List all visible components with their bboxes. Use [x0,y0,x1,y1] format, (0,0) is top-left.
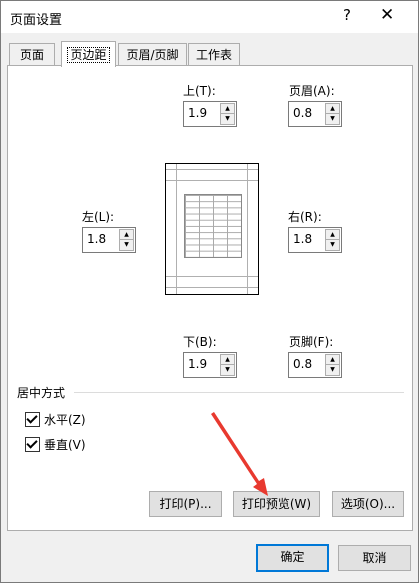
left-margin-label: 左(L): [82,210,115,224]
top-margin-spinner[interactable]: 1.9 ▲ ▼ [183,101,237,127]
right-margin-spinner[interactable]: 1.8 ▲ ▼ [288,227,342,253]
spin-down-icon[interactable]: ▼ [220,364,235,376]
cancel-button[interactable]: 取消 [338,545,411,571]
horizontal-label: 水平(Z) [44,413,86,427]
sheet-grid [184,194,242,258]
options-button[interactable]: 选项(O)... [332,491,404,517]
bottom-margin-value: 1.9 [188,357,208,371]
right-margin-value: 1.8 [293,232,313,246]
header-margin-label: 页眉(A): [289,84,335,98]
ok-button[interactable]: 确定 [256,544,329,572]
group-divider [74,392,404,393]
top-margin-value: 1.9 [188,106,208,120]
header-margin-spinner[interactable]: 0.8 ▲ ▼ [288,101,342,127]
tab-sheet[interactable]: 工作表 [188,43,240,66]
bottom-margin-spinner[interactable]: 1.9 ▲ ▼ [183,352,237,378]
center-group-title: 居中方式 [17,386,66,400]
bottom-guide [166,276,258,277]
tab-header-footer[interactable]: 页眉/页脚 [118,43,187,66]
header-margin-value: 0.8 [293,106,313,120]
spin-down-icon[interactable]: ▼ [325,239,340,251]
spin-down-icon[interactable]: ▼ [325,364,340,376]
vertical-checkbox[interactable] [25,437,40,452]
tab-page[interactable]: 页面 [9,43,55,66]
footer-guide [166,287,258,288]
right-guide [247,164,248,294]
left-guide [176,164,177,294]
page-setup-dialog: 页面设置 ? ✕ 页面 页边距 页眉/页脚 工作表 上(T): 1.9 ▲ ▼ … [0,0,419,583]
print-button[interactable]: 打印(P)... [149,491,222,517]
top-margin-label: 上(T): [183,84,216,98]
bottom-margin-label: 下(B): [183,335,217,349]
right-margin-label: 右(R): [288,210,322,224]
spin-down-icon[interactable]: ▼ [220,113,235,125]
print-preview-button[interactable]: 打印预览(W) [233,491,320,517]
vertical-label: 垂直(V) [44,438,86,452]
footer-margin-spinner[interactable]: 0.8 ▲ ▼ [288,352,342,378]
left-margin-value: 1.8 [87,232,107,246]
header-guide [166,169,258,170]
footer-margin-value: 0.8 [293,357,313,371]
margins-panel: 上(T): 1.9 ▲ ▼ 页眉(A): 0.8 ▲ ▼ 左(L): 1.8 ▲… [7,65,413,531]
dialog-title: 页面设置 [10,13,63,28]
horizontal-checkbox[interactable] [25,412,40,427]
help-button[interactable]: ? [343,6,351,24]
title-bar: 页面设置 ? ✕ [1,1,418,33]
close-icon[interactable]: ✕ [380,5,394,25]
left-margin-spinner[interactable]: 1.8 ▲ ▼ [82,227,136,253]
spin-down-icon[interactable]: ▼ [325,113,340,125]
tab-margins[interactable]: 页边距 [61,41,116,67]
spin-down-icon[interactable]: ▼ [119,239,134,251]
top-guide [166,180,258,181]
margin-preview [165,163,259,295]
footer-margin-label: 页脚(F): [289,335,334,349]
